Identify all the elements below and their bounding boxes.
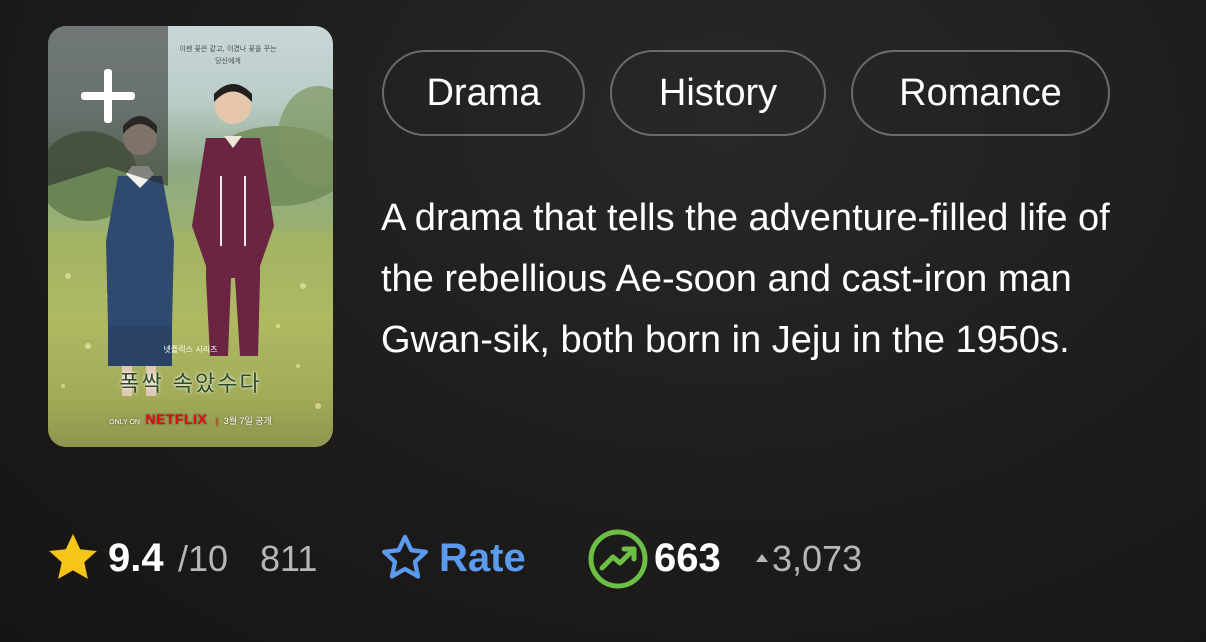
popularity-rank: 663 [654,536,721,580]
imdb-rating-count: 811 [260,538,318,579]
popularity-delta: 3,073 [772,538,863,579]
star-outline-icon [382,534,428,579]
netflix-logo: NETFLIX [145,411,208,427]
poster-release-date: 3월 7일 공개 [223,416,272,426]
genre-chip-romance[interactable]: Romance [851,50,1110,136]
plus-icon [81,69,135,123]
imdb-rating-max: /10 [178,538,229,579]
poster-netflix-line: ONLY ON NETFLIX | 3월 7일 공개 [48,411,333,427]
poster-separator: | [215,416,219,426]
poster-korean-title: 폭싹 속았수다 [119,372,262,397]
poster-tagline: 이젠 꽃은 같고, 이겼나 꽃을 꾸는 당신에게 [143,44,313,68]
trending-up-icon [588,529,648,589]
poster-tagline-line: 당신에게 [215,56,241,65]
title-overview-screen: 이젠 꽃은 같고, 이겼나 꽃을 꾸는 당신에게 넷플릭스 시리즈 폭싹 속았수… [0,0,1206,642]
poster-tagline-line: 이젠 꽃은 같고, 이겼나 꽃을 꾸는 [179,45,277,53]
plot-description[interactable]: A drama that tells the adventure-filled … [381,188,1161,371]
add-to-watchlist-button[interactable] [48,26,168,186]
star-icon [49,533,97,579]
rate-label: Rate [439,536,526,580]
poster-series-label: 넷플릭스 시리즈 [163,345,218,354]
imdb-rating-value: 9.4 [108,536,164,580]
rate-button[interactable]: Rate [379,528,544,590]
poster-only-on: ONLY ON [109,419,140,426]
genre-chip-drama[interactable]: Drama [382,50,585,136]
triangle-up-icon [756,554,768,562]
poster-image[interactable]: 이젠 꽃은 같고, 이겼나 꽃을 꾸는 당신에게 넷플릭스 시리즈 폭싹 속았수… [48,26,333,447]
genre-chip-history[interactable]: History [610,50,826,136]
rating-bar: 9.4 /10 811 Rate 663 3,073 [46,528,1166,590]
